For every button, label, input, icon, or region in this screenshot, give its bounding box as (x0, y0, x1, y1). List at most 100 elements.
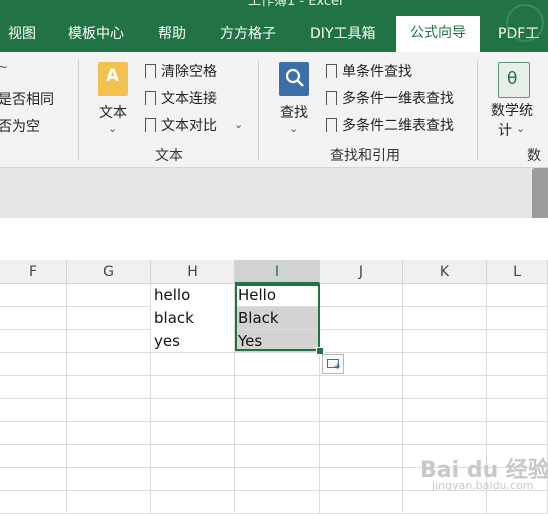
quick-analysis-button[interactable]: + (322, 354, 344, 374)
math-stats-icon[interactable]: θ (498, 62, 530, 98)
ribbon-item-is-same[interactable]: 是否相同 (0, 89, 54, 109)
column-header-k[interactable]: K (403, 260, 487, 284)
tab-formula-wizard[interactable]: 公式向导 (396, 16, 480, 52)
tab-diy-toolbox[interactable]: DIY工具箱 (310, 18, 375, 52)
column-header-j[interactable]: J (320, 260, 403, 284)
grid-cell[interactable] (235, 445, 320, 468)
tab-fangfang-gezi[interactable]: 方方格子 (220, 18, 276, 52)
grid-cell[interactable] (0, 422, 67, 445)
grid-cell[interactable] (67, 445, 151, 468)
grid-cell[interactable] (487, 330, 548, 353)
window-title: 工作簿1 - Excel (248, 0, 343, 9)
grid-cell[interactable] (235, 468, 320, 491)
column-header-l[interactable]: L (487, 260, 548, 284)
cell-h2[interactable]: black (151, 307, 235, 330)
grid-cell[interactable] (320, 376, 403, 399)
clear-spaces-button[interactable]: 清除空格 (145, 61, 217, 81)
tab-view[interactable]: 视图 (8, 18, 36, 52)
grid-cell[interactable] (67, 284, 151, 307)
math-dropdown-chevron-icon[interactable]: ⌄ (516, 122, 525, 135)
account-circle-icon[interactable] (506, 4, 544, 42)
grid-cell[interactable] (151, 468, 235, 491)
ribbon-separator (258, 60, 259, 160)
column-header-g[interactable]: G (67, 260, 151, 284)
grid-cell[interactable] (151, 445, 235, 468)
grid-cell[interactable] (320, 445, 403, 468)
group-label-math-partial: 数 (527, 148, 541, 164)
grid-cell[interactable] (67, 307, 151, 330)
grid-cell[interactable] (403, 376, 487, 399)
grid-cell[interactable] (403, 353, 487, 376)
grid-cell[interactable] (0, 445, 67, 468)
grid-cell[interactable] (235, 376, 320, 399)
grid-cell[interactable] (0, 330, 67, 353)
grid-cell[interactable] (487, 307, 548, 330)
grid-cell[interactable] (67, 376, 151, 399)
lookup-icon[interactable] (279, 62, 309, 96)
grid-cell[interactable] (151, 353, 235, 376)
bookmark-icon (145, 64, 156, 80)
text-compare-button[interactable]: 文本对比 (145, 115, 217, 135)
multi-condition-1d-lookup-label: 多条件一维表查找 (342, 91, 454, 107)
text-join-button[interactable]: 文本连接 (145, 88, 217, 108)
partial-glyph: ~ (0, 60, 9, 74)
ribbon-separator (78, 60, 79, 160)
ribbon-item-is-empty[interactable]: 否为空 (0, 116, 40, 136)
group-label-text: 文本 (155, 148, 183, 164)
cell-h1[interactable]: hello (151, 284, 235, 307)
grid-cell[interactable] (403, 284, 487, 307)
column-header-f[interactable]: F (0, 260, 67, 284)
text-dropdown-chevron-icon[interactable]: ⌄ (108, 122, 117, 135)
text-icon[interactable]: A (98, 62, 128, 96)
grid-cell[interactable] (487, 376, 548, 399)
grid-cell[interactable] (235, 399, 320, 422)
bookmark-icon (326, 118, 337, 134)
formula-bar[interactable] (0, 218, 548, 261)
math-stats-button-line1[interactable]: 数学统 (491, 100, 533, 120)
grid-cell[interactable] (487, 422, 548, 445)
grid-cell[interactable] (151, 376, 235, 399)
grid-cell[interactable] (320, 284, 403, 307)
grid-cell[interactable] (320, 399, 403, 422)
grid-cell[interactable] (320, 422, 403, 445)
grid-cell[interactable] (151, 399, 235, 422)
grid-cell[interactable] (67, 353, 151, 376)
cell-h3[interactable]: yes (151, 330, 235, 353)
lookup-dropdown-chevron-icon[interactable]: ⌄ (289, 122, 298, 135)
grid-cell[interactable] (235, 422, 320, 445)
grid-cell[interactable] (403, 399, 487, 422)
grid-cell[interactable] (235, 353, 320, 376)
grid-cell[interactable] (487, 399, 548, 422)
math-stats-button-line2[interactable]: 计 (498, 120, 512, 140)
grid-cell[interactable] (0, 399, 67, 422)
lookup-button[interactable]: 查找 (280, 102, 308, 122)
bookmark-icon (145, 118, 156, 134)
grid-cell[interactable] (403, 422, 487, 445)
text-compare-dropdown-icon[interactable]: ⌄ (234, 118, 243, 131)
grid-cell[interactable] (0, 468, 67, 491)
grid-cell[interactable] (0, 307, 67, 330)
grid-cell[interactable] (403, 307, 487, 330)
tab-template-center[interactable]: 模板中心 (68, 18, 124, 52)
grid-cell[interactable] (67, 468, 151, 491)
multi-condition-2d-lookup-button[interactable]: 多条件二维表查找 (326, 115, 454, 135)
grid-cell[interactable] (487, 284, 548, 307)
grid-cell[interactable] (0, 376, 67, 399)
column-header-i[interactable]: I (235, 260, 320, 284)
grid-cell[interactable] (67, 422, 151, 445)
tab-help[interactable]: 帮助 (158, 18, 186, 52)
multi-condition-1d-lookup-button[interactable]: 多条件一维表查找 (326, 88, 454, 108)
grid-cell[interactable] (320, 468, 403, 491)
grid-cell[interactable] (151, 422, 235, 445)
grid-cell[interactable] (487, 353, 548, 376)
text-button[interactable]: 文本 (99, 102, 127, 122)
grid-cell[interactable] (403, 330, 487, 353)
grid-cell[interactable] (320, 307, 403, 330)
grid-cell[interactable] (320, 330, 403, 353)
grid-cell[interactable] (67, 399, 151, 422)
grid-cell[interactable] (0, 284, 67, 307)
grid-cell[interactable] (0, 353, 67, 376)
single-condition-lookup-button[interactable]: 单条件查找 (326, 61, 412, 81)
grid-cell[interactable] (67, 330, 151, 353)
column-header-h[interactable]: H (151, 260, 235, 284)
